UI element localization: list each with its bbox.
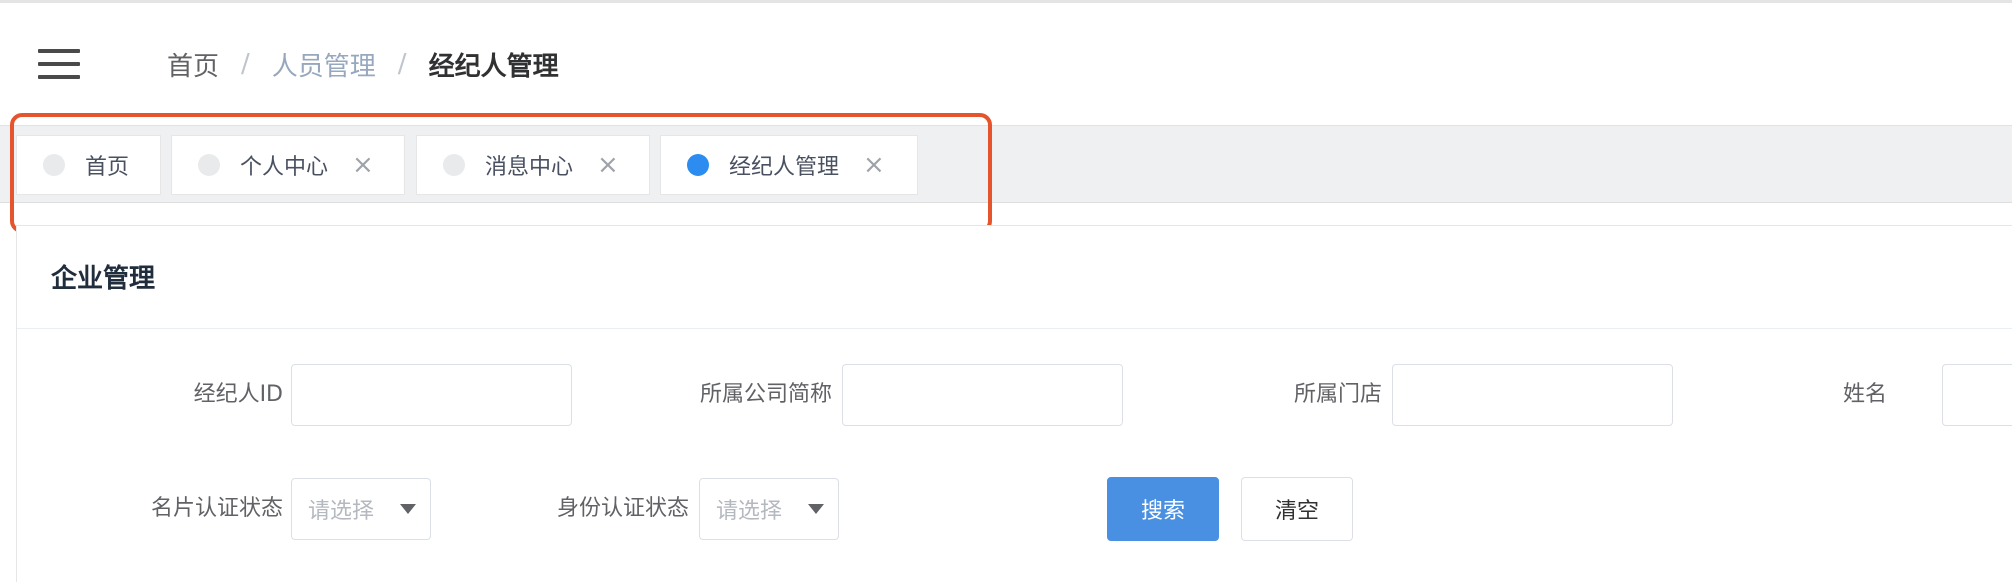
store-input[interactable] (1392, 364, 1673, 426)
agent-id-label: 经纪人ID (193, 382, 283, 407)
search-button[interactable]: 搜索 (1107, 477, 1219, 541)
select-placeholder: 请选择 (716, 499, 783, 524)
company-short-name-label: 所属公司简称 (699, 382, 832, 407)
breadcrumb-item-current: 经纪人管理 (428, 51, 559, 82)
tag-active-dot-icon (687, 154, 709, 176)
breadcrumb-item-home[interactable]: 首页 (167, 46, 219, 83)
caret-down-icon (400, 504, 416, 514)
header: 首页 / 人员管理 / 经纪人管理 (0, 3, 2012, 125)
tag-home[interactable]: 首页 (16, 135, 161, 195)
tag-status-dot-icon (43, 154, 65, 176)
breadcrumb-item-personnel: 人员管理 (271, 51, 376, 82)
tag-agent-management[interactable]: 经纪人管理 × (660, 135, 918, 195)
caret-down-icon (808, 504, 824, 514)
hamburger-menu-icon[interactable] (38, 47, 82, 81)
name-label: 姓名 (1842, 382, 1887, 407)
tag-label: 经纪人管理 (729, 155, 840, 180)
tag-personal-center[interactable]: 个人中心 × (171, 135, 405, 195)
tag-status-dot-icon (198, 154, 220, 176)
identity-auth-status-select[interactable]: 请选择 (699, 478, 839, 540)
breadcrumb-separator: / (241, 49, 250, 79)
close-icon[interactable]: × (597, 152, 619, 178)
card-auth-status-label: 名片认证状态 (150, 496, 283, 521)
tag-label: 消息中心 (485, 155, 574, 180)
agent-id-input[interactable] (291, 364, 572, 426)
content-card: 企业管理 经纪人ID 所属公司简称 所属门店 姓名 名片认证状态 请选择 身份认… (16, 225, 2012, 582)
close-icon[interactable]: × (352, 152, 374, 178)
tag-message-center[interactable]: 消息中心 × (416, 135, 650, 195)
identity-auth-status-label: 身份认证状态 (556, 496, 689, 521)
tag-status-dot-icon (443, 154, 465, 176)
clear-button[interactable]: 清空 (1241, 477, 1353, 541)
store-label: 所属门店 (1293, 382, 1382, 407)
page: 首页 / 人员管理 / 经纪人管理 首页 个人中心 × 消息中心 × 经纪人管理… (0, 0, 2012, 582)
tags-view-bar: 首页 个人中心 × 消息中心 × 经纪人管理 × (0, 125, 2012, 203)
company-short-name-input[interactable] (842, 364, 1123, 426)
name-input[interactable] (1942, 364, 2012, 426)
select-placeholder: 请选择 (308, 499, 375, 524)
card-auth-status-select[interactable]: 请选择 (291, 478, 431, 540)
card-title: 企业管理 (51, 264, 156, 294)
tag-label: 首页 (85, 155, 130, 180)
tag-label: 个人中心 (240, 155, 329, 180)
close-icon[interactable]: × (863, 152, 885, 178)
breadcrumb-separator: / (397, 49, 407, 79)
breadcrumb: 首页 / 人员管理 / 经纪人管理 (167, 43, 559, 85)
card-divider (17, 328, 2012, 329)
